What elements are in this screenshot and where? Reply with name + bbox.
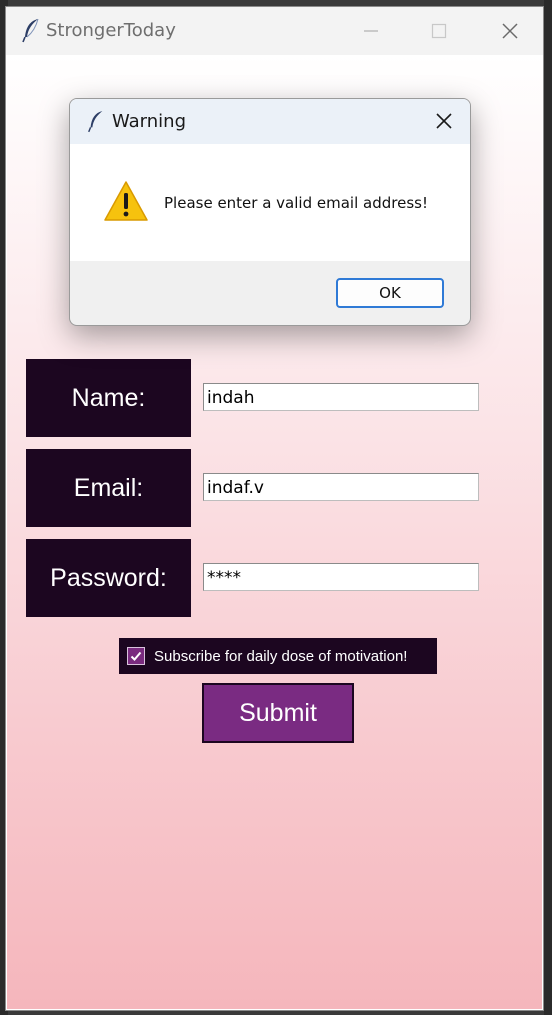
- checkmark-icon: [130, 651, 142, 661]
- dialog-body: Please enter a valid email address!: [70, 144, 470, 261]
- title-bar[interactable]: StrongerToday: [6, 7, 543, 55]
- close-icon: [502, 23, 518, 39]
- feather-icon: [88, 111, 103, 133]
- subscribe-label: Subscribe for daily dose of motivation!: [154, 647, 408, 665]
- minimize-button[interactable]: [336, 7, 406, 55]
- warning-dialog: Warning Please enter a valid email addre…: [69, 98, 471, 326]
- name-label: Name:: [26, 359, 191, 437]
- password-input[interactable]: ****: [203, 563, 479, 591]
- dialog-close-button[interactable]: [428, 105, 460, 137]
- dialog-message: Please enter a valid email address!: [164, 194, 428, 212]
- submit-button[interactable]: Submit: [202, 683, 354, 743]
- ok-button[interactable]: OK: [336, 278, 444, 308]
- email-label: Email:: [26, 449, 191, 527]
- email-input[interactable]: indaf.v: [203, 473, 479, 501]
- background-right: [544, 0, 552, 1015]
- minimize-icon: [364, 30, 378, 32]
- close-icon: [436, 113, 452, 129]
- window-title: StrongerToday: [46, 20, 176, 41]
- feather-icon: [22, 18, 39, 43]
- maximize-icon: [431, 23, 447, 39]
- dialog-title: Warning: [112, 111, 187, 132]
- name-input[interactable]: indah: [203, 383, 479, 411]
- password-label: Password:: [26, 539, 191, 617]
- dialog-title-bar[interactable]: Warning: [70, 99, 470, 144]
- subscribe-checkbox[interactable]: [127, 647, 145, 665]
- maximize-button[interactable]: [404, 7, 474, 55]
- warning-icon: [104, 181, 148, 221]
- close-button[interactable]: [475, 7, 545, 55]
- subscribe-checkbox-row[interactable]: Subscribe for daily dose of motivation!: [119, 638, 437, 674]
